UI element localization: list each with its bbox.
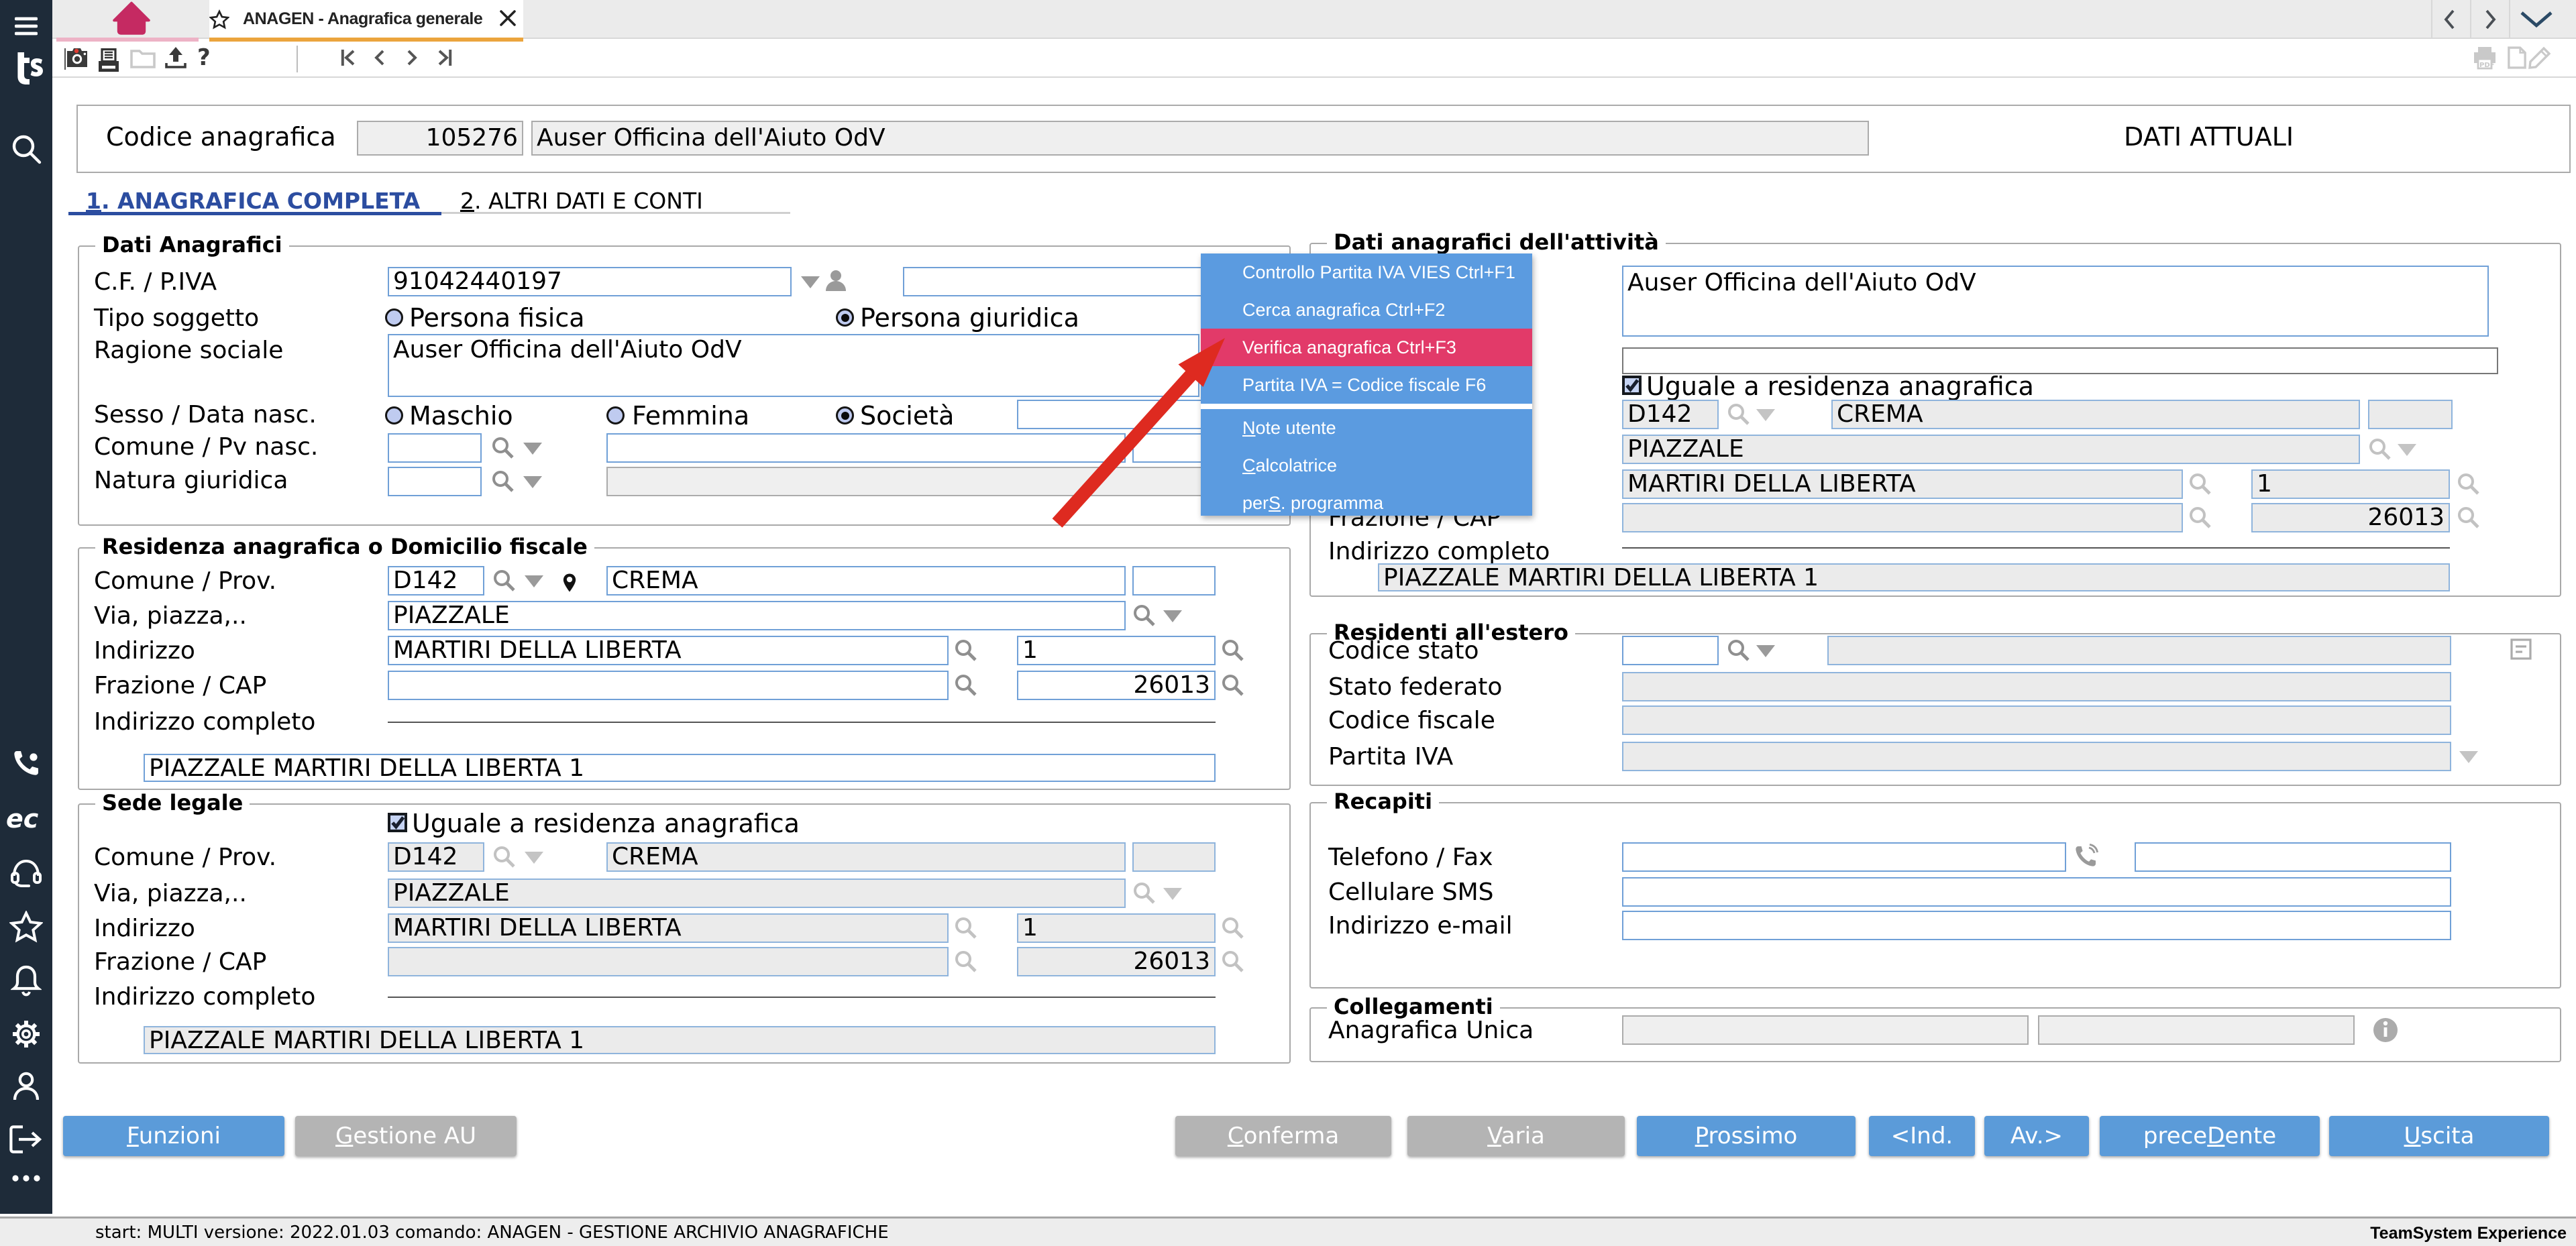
svg-text:ec: ec — [6, 805, 39, 834]
svg-text:PDF: PDF — [2479, 62, 2494, 69]
